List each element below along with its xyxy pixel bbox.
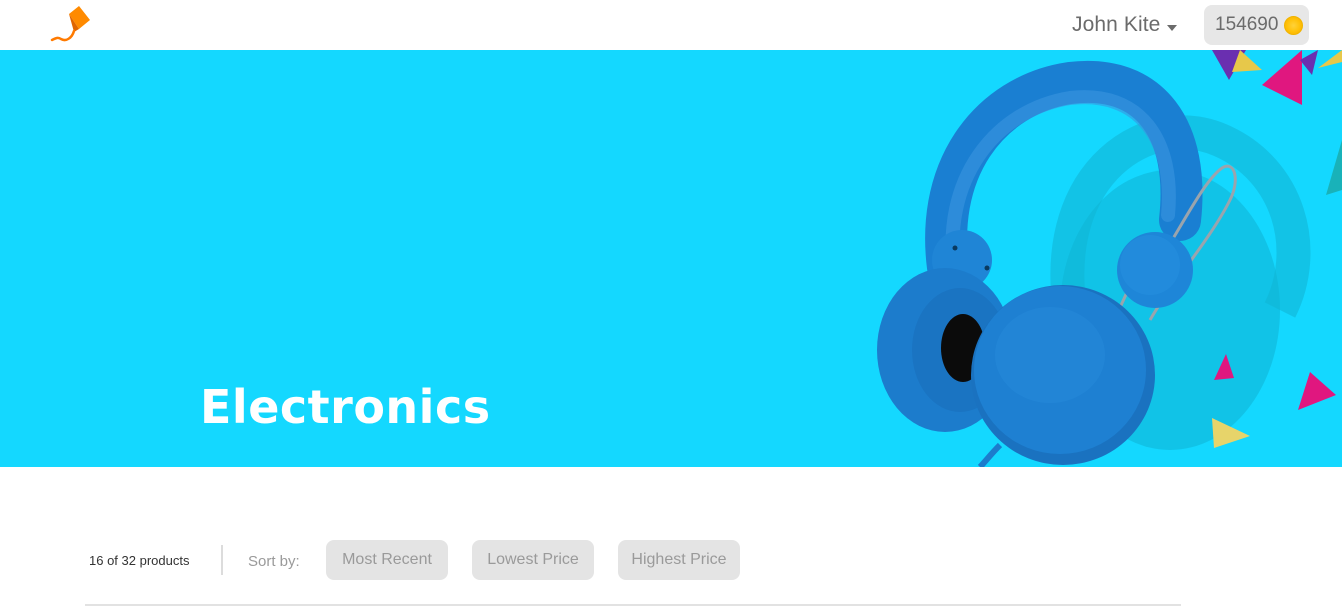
gold-coin-icon [1284, 15, 1304, 35]
sort-label: Sort by: [248, 553, 300, 570]
coin-balance: 154690 [1215, 14, 1279, 35]
sort-most-recent-button[interactable]: Most Recent [326, 540, 448, 580]
coin-balance-badge[interactable]: 154690 [1204, 5, 1309, 45]
category-title: Electronics [200, 380, 491, 434]
category-banner: Electronics [0, 50, 1342, 467]
sort-highest-price-button[interactable]: Highest Price [618, 540, 740, 580]
page: John Kite 154690 Electronics 16 of 32 pr… [0, 0, 1342, 611]
divider [221, 545, 223, 575]
divider [85, 604, 1181, 606]
product-count: 16 of 32 products [89, 553, 190, 568]
top-navbar: John Kite 154690 [0, 0, 1342, 50]
user-menu[interactable]: John Kite [1072, 12, 1178, 38]
sort-lowest-price-button[interactable]: Lowest Price [472, 540, 594, 580]
user-name: John Kite [1072, 13, 1161, 36]
caret-down-icon [1167, 25, 1178, 31]
kite-logo-icon[interactable] [48, 4, 92, 44]
sort-toolbar: 16 of 32 products Sort by: Most Recent L… [0, 540, 1342, 580]
